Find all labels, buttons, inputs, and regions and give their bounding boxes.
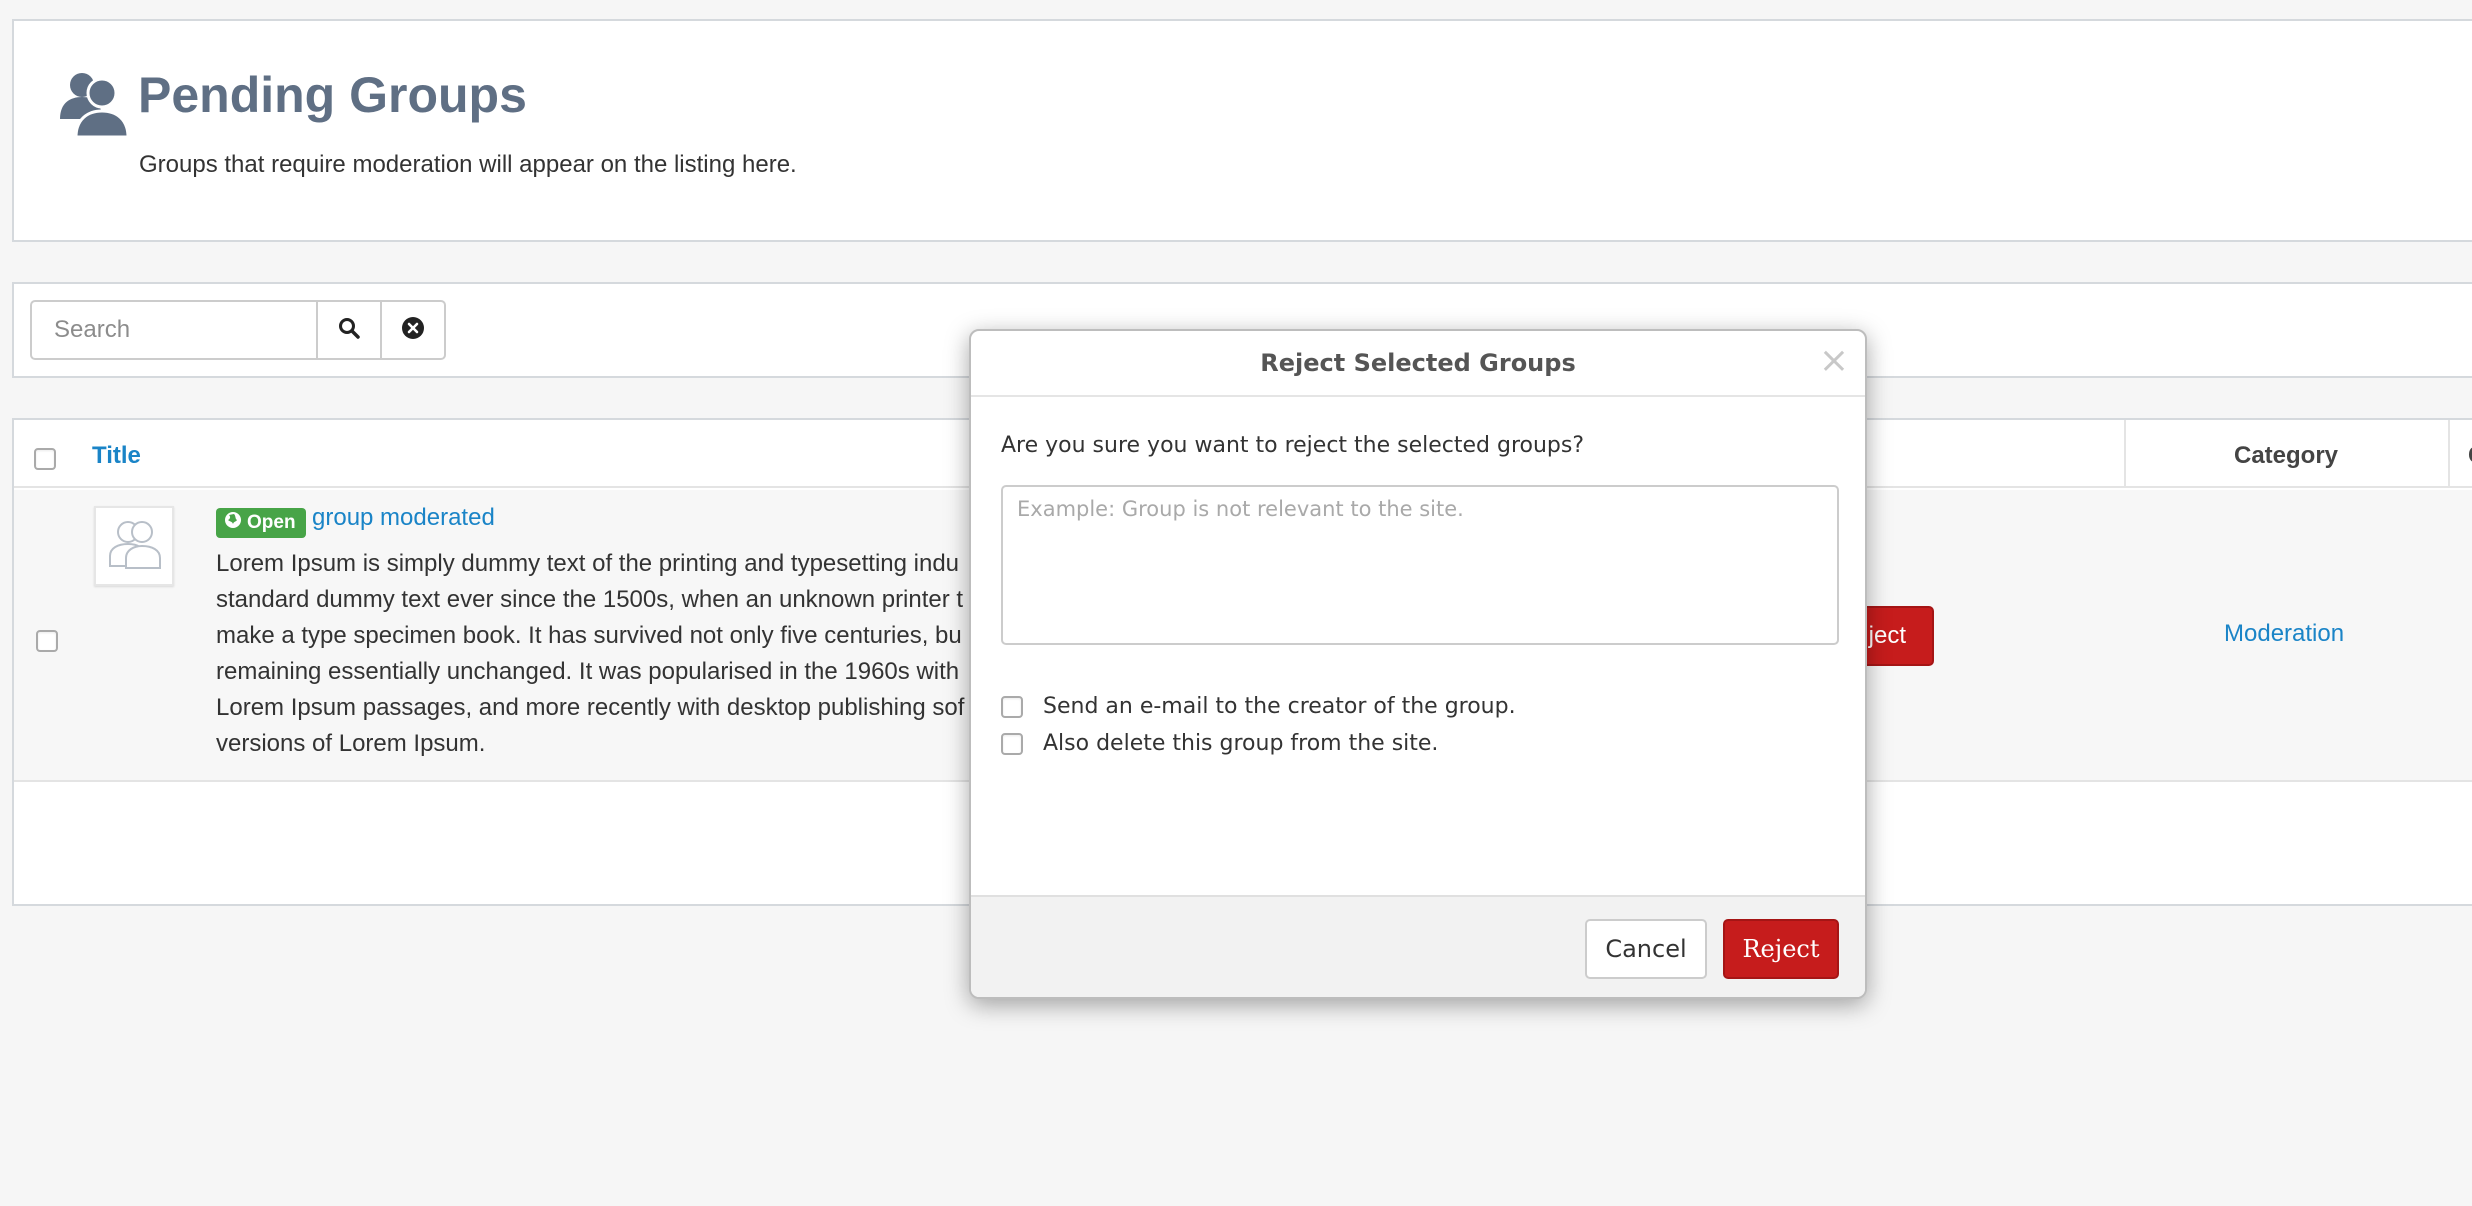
reject-dialog: Reject Selected Groups × Are you sure yo… <box>969 329 1867 999</box>
send-email-checkbox[interactable] <box>1001 695 1023 718</box>
dialog-header: Reject Selected Groups × <box>971 331 1865 397</box>
dialog-title: Reject Selected Groups <box>1260 349 1576 377</box>
status-badge: Open <box>216 508 306 538</box>
delete-group-checkbox[interactable] <box>1001 732 1023 755</box>
column-divider <box>2124 420 2126 488</box>
row-checkbox[interactable] <box>36 630 58 652</box>
reject-button[interactable]: Reject <box>1723 919 1839 979</box>
clear-search-button[interactable] <box>382 300 446 360</box>
page-description: Groups that require moderation will appe… <box>139 151 797 178</box>
column-next: C <box>2468 442 2472 470</box>
column-divider <box>2448 420 2450 488</box>
search-input[interactable] <box>30 300 316 360</box>
group-description: Lorem Ipsum is simply dummy text of the … <box>216 550 965 757</box>
users-icon <box>54 65 134 145</box>
page-title: Pending Groups <box>138 67 527 123</box>
search-group <box>30 300 446 360</box>
group-avatar[interactable] <box>94 506 174 586</box>
group-placeholder-icon <box>102 512 166 581</box>
dialog-footer: Cancel Reject <box>971 895 1865 997</box>
select-all-checkbox[interactable] <box>34 448 56 470</box>
close-icon[interactable]: × <box>1819 343 1849 379</box>
group-name-link[interactable]: group moderated <box>312 504 495 532</box>
send-email-label: Send an e-mail to the creator of the gro… <box>1043 694 1516 719</box>
delete-group-option[interactable]: Also delete this group from the site. <box>1001 731 1438 756</box>
badge-label: Open <box>247 512 296 533</box>
search-button[interactable] <box>316 300 382 360</box>
clear-circle-icon <box>401 316 425 345</box>
dialog-question: Are you sure you want to reject the sele… <box>1001 433 1585 458</box>
delete-group-label: Also delete this group from the site. <box>1043 731 1439 756</box>
search-icon <box>337 316 361 345</box>
column-title[interactable]: Title <box>92 442 141 470</box>
category-link[interactable]: Moderation <box>2224 620 2344 648</box>
cancel-button[interactable]: Cancel <box>1585 919 1707 979</box>
reason-textarea[interactable] <box>1001 485 1839 645</box>
page-header: Pending Groups Groups that require moder… <box>12 19 2472 242</box>
globe-icon <box>224 511 242 535</box>
send-email-option[interactable]: Send an e-mail to the creator of the gro… <box>1001 694 1516 719</box>
column-category: Category <box>2234 442 2339 469</box>
